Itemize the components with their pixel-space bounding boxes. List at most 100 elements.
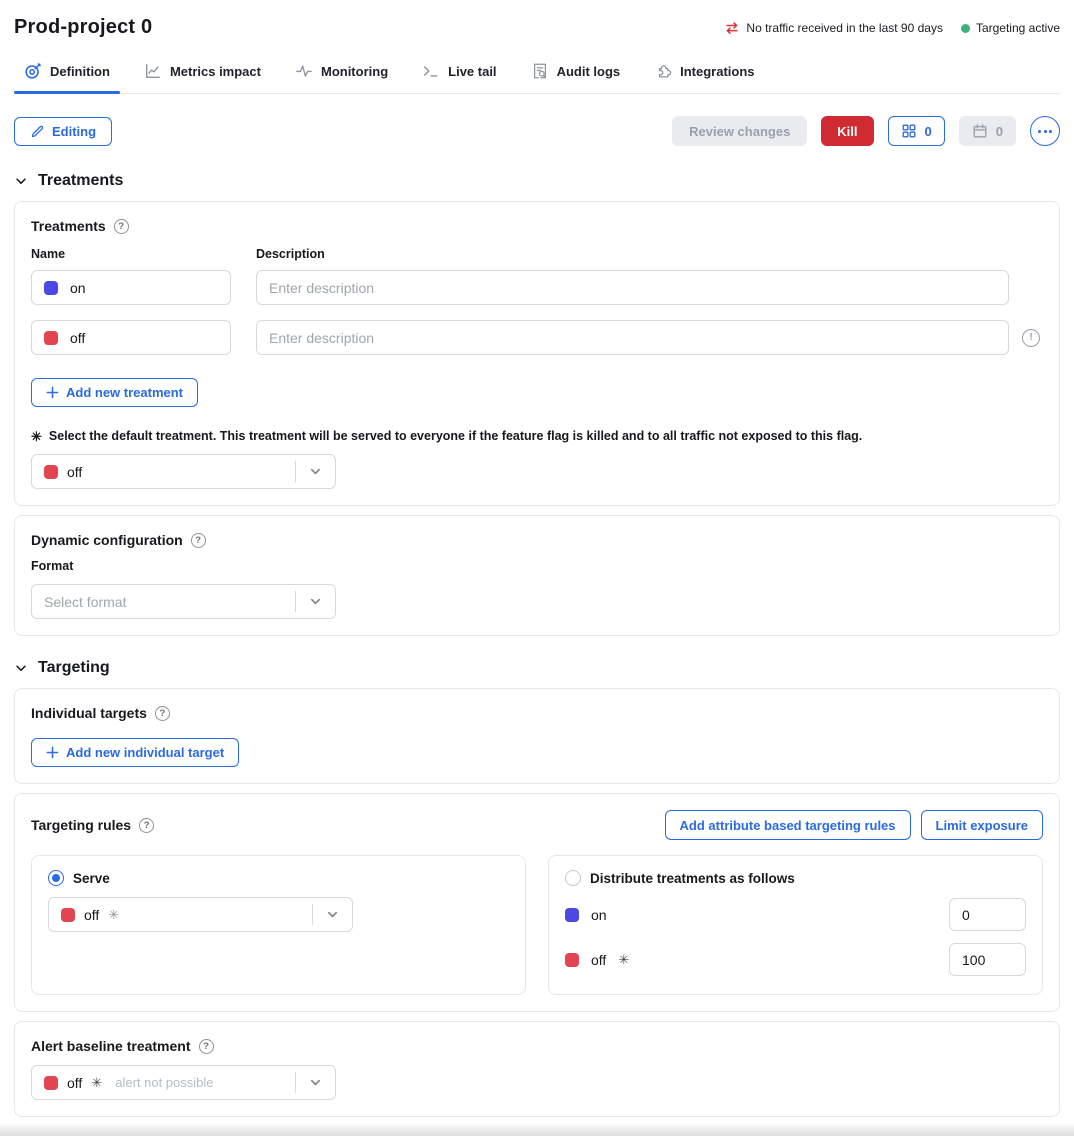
- treatment-off-swatch-icon: [565, 953, 579, 967]
- targeting-section-toggle[interactable]: Targeting: [14, 659, 1060, 677]
- pencil-icon: [30, 124, 45, 139]
- targeting-status-text: Targeting active: [976, 21, 1060, 35]
- help-icon[interactable]: ?: [139, 818, 154, 833]
- tab-live-tail[interactable]: Live tail: [412, 62, 506, 93]
- tab-definition[interactable]: Definition: [14, 62, 120, 93]
- help-icon[interactable]: ?: [199, 1039, 214, 1054]
- default-treatment-select[interactable]: off: [31, 454, 336, 489]
- tab-audit-logs-label: Audit logs: [557, 64, 621, 79]
- alert-baseline-card: Alert baseline treatment ? off ✳ alert n…: [14, 1021, 1060, 1117]
- bottom-edge-shadow: [0, 1122, 1074, 1136]
- individual-targets-card: Individual targets ? Add new individual …: [14, 688, 1060, 784]
- default-marker-icon: ✳: [31, 430, 42, 443]
- chevron-down-icon: [313, 908, 352, 921]
- default-note-text: Select the default treatment. This treat…: [49, 429, 862, 443]
- tab-metrics-impact[interactable]: Metrics impact: [134, 62, 271, 93]
- serve-radio-row[interactable]: Serve: [48, 870, 509, 886]
- warning-icon[interactable]: !: [1022, 329, 1040, 347]
- plus-icon: [46, 386, 59, 399]
- treatment-off-name: off: [70, 330, 85, 346]
- toolbar: Editing Review changes Kill 0: [14, 116, 1060, 146]
- treatment-name-field-off[interactable]: off: [31, 320, 231, 355]
- limit-exposure-label: Limit exposure: [936, 818, 1028, 833]
- individual-targets-title: Individual targets: [31, 705, 147, 721]
- audit-document-icon: [531, 62, 549, 80]
- add-new-treatment-label: Add new treatment: [66, 385, 183, 400]
- terminal-icon: [422, 62, 440, 80]
- distribute-on-percentage-input[interactable]: [949, 898, 1026, 931]
- alert-baseline-title: Alert baseline treatment: [31, 1038, 191, 1054]
- tab-integrations[interactable]: Integrations: [644, 62, 764, 93]
- changes-count-button[interactable]: 0: [888, 116, 945, 146]
- serve-treatment-select[interactable]: off ✳: [48, 897, 353, 932]
- distribute-radio[interactable]: [565, 870, 581, 886]
- alert-baseline-select[interactable]: off ✳ alert not possible: [31, 1065, 336, 1100]
- kill-button[interactable]: Kill: [821, 116, 873, 146]
- changes-count: 0: [925, 124, 932, 139]
- page-header: Prod-project 0 No traffic received in th…: [14, 16, 1060, 39]
- targeting-section-title: Targeting: [38, 659, 110, 677]
- alert-baseline-hint: alert not possible: [115, 1075, 213, 1090]
- tab-integrations-label: Integrations: [680, 64, 754, 79]
- traffic-arrows-icon: [724, 20, 740, 36]
- schedule-count-button[interactable]: 0: [959, 116, 1016, 146]
- help-icon[interactable]: ?: [114, 219, 129, 234]
- default-marker-icon: ✳: [108, 908, 119, 921]
- chevron-down-icon: [296, 1076, 335, 1089]
- treatments-section-toggle[interactable]: Treatments: [14, 172, 1060, 190]
- tab-audit-logs[interactable]: Audit logs: [521, 62, 631, 93]
- kill-button-label: Kill: [837, 124, 857, 139]
- default-treatment-value: off: [67, 464, 82, 480]
- distribute-radio-row[interactable]: Distribute treatments as follows: [565, 870, 1026, 886]
- traffic-status: No traffic received in the last 90 days: [724, 20, 943, 36]
- format-select[interactable]: Select format: [31, 584, 336, 619]
- chevron-down-icon: [14, 661, 28, 675]
- treatment-row: on: [31, 270, 1043, 305]
- help-icon[interactable]: ?: [191, 533, 206, 548]
- ellipsis-icon: [1038, 130, 1041, 133]
- distribute-panel: Distribute treatments as follows on off …: [548, 855, 1043, 995]
- treatments-section-title: Treatments: [38, 172, 123, 190]
- serve-treatment-swatch-icon: [61, 908, 75, 922]
- add-individual-target-label: Add new individual target: [66, 745, 224, 760]
- distribute-off-name: off: [591, 952, 606, 968]
- review-changes-button[interactable]: Review changes: [672, 116, 807, 146]
- treatment-off-description-input[interactable]: [256, 320, 1009, 355]
- tab-live-tail-label: Live tail: [448, 64, 496, 79]
- targeting-active-dot-icon: [961, 24, 970, 33]
- treatments-column-headers: Name Description: [31, 247, 1043, 261]
- treatment-name-field-on[interactable]: on: [31, 270, 231, 305]
- editing-button[interactable]: Editing: [14, 117, 112, 146]
- treatment-row: off !: [31, 320, 1043, 355]
- add-individual-target-button[interactable]: Add new individual target: [31, 738, 239, 767]
- definition-target-icon: [24, 62, 42, 80]
- default-marker-icon: ✳: [91, 1076, 102, 1089]
- treatment-on-description-input[interactable]: [256, 270, 1009, 305]
- distribute-row-on: on: [565, 898, 1026, 931]
- add-new-treatment-button[interactable]: Add new treatment: [31, 378, 198, 407]
- tab-bar: Definition Metrics impact Monitoring: [14, 62, 1060, 94]
- help-icon[interactable]: ?: [155, 706, 170, 721]
- distribute-off-percentage-input[interactable]: [949, 943, 1026, 976]
- serve-panel: Serve off ✳: [31, 855, 526, 995]
- targeting-rules-card: Targeting rules ? Add attribute based ta…: [14, 793, 1060, 1012]
- treatments-card: Treatments ? Name Description on off: [14, 201, 1060, 506]
- chevron-down-icon: [14, 174, 28, 188]
- more-actions-button[interactable]: [1030, 116, 1060, 146]
- description-column-header: Description: [256, 247, 325, 261]
- tab-monitoring[interactable]: Monitoring: [285, 62, 398, 93]
- targeting-rules-title: Targeting rules: [31, 817, 131, 833]
- page-title: Prod-project 0: [14, 16, 152, 39]
- serve-radio[interactable]: [48, 870, 64, 886]
- treatments-card-title: Treatments: [31, 218, 106, 234]
- format-label: Format: [31, 559, 1043, 573]
- limit-exposure-button[interactable]: Limit exposure: [921, 810, 1043, 840]
- add-attribute-rules-button[interactable]: Add attribute based targeting rules: [665, 810, 911, 840]
- tab-metrics-impact-label: Metrics impact: [170, 64, 261, 79]
- name-column-header: Name: [31, 247, 231, 261]
- tab-definition-label: Definition: [50, 64, 110, 79]
- targeting-status: Targeting active: [961, 21, 1060, 35]
- metrics-chart-icon: [144, 62, 162, 80]
- feature-flag-page: Prod-project 0 No traffic received in th…: [0, 0, 1074, 1117]
- distribute-row-off: off ✳: [565, 943, 1026, 976]
